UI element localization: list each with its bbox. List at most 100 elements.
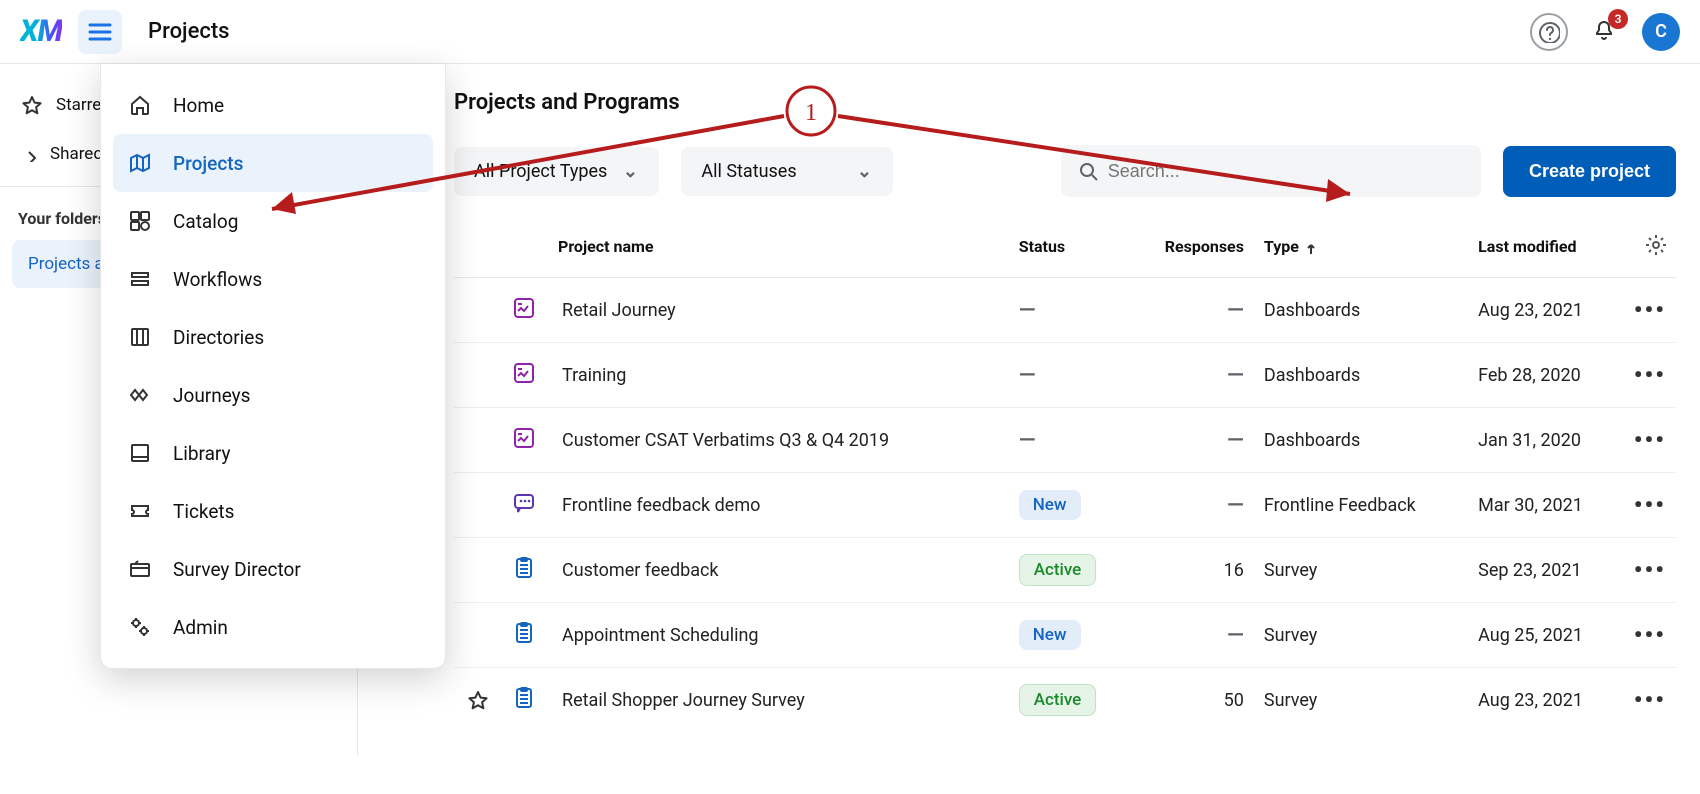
- menu-item-label: Directories: [173, 326, 264, 349]
- table-row[interactable]: Retail Journey——DashboardsAug 23, 2021••…: [454, 278, 1676, 343]
- sort-icon: [1303, 240, 1317, 254]
- menu-item-survey-director[interactable]: Survey Director: [113, 540, 433, 598]
- search-box[interactable]: [1061, 145, 1481, 197]
- survey-icon: [510, 684, 542, 716]
- project-name: Customer CSAT Verbatims Q3 & Q4 2019: [562, 430, 889, 451]
- menu-icon: [88, 20, 112, 44]
- cell-status: —: [1009, 343, 1131, 408]
- dropdown-label: All Project Types: [474, 161, 607, 182]
- cell-responses: —: [1130, 278, 1254, 343]
- menu-item-label: Library: [173, 442, 231, 465]
- menu-item-label: Projects: [173, 152, 243, 175]
- search-input[interactable]: [1098, 161, 1465, 182]
- tickets-icon: [127, 498, 153, 524]
- star-toggle[interactable]: [464, 297, 490, 323]
- col-status[interactable]: Status: [1009, 215, 1131, 278]
- home-icon: [127, 92, 153, 118]
- star-toggle[interactable]: [464, 492, 490, 518]
- row-actions-button[interactable]: •••: [1634, 296, 1666, 324]
- row-actions-button[interactable]: •••: [1634, 686, 1666, 714]
- table-row[interactable]: Customer CSAT Verbatims Q3 & Q4 2019——Da…: [454, 408, 1676, 473]
- row-actions-button[interactable]: •••: [1634, 556, 1666, 584]
- menu-item-label: Journeys: [173, 384, 250, 407]
- menu-item-label: Catalog: [173, 210, 238, 233]
- survey-director-icon: [127, 556, 153, 582]
- col-type[interactable]: Type: [1254, 215, 1468, 278]
- menu-item-tickets[interactable]: Tickets: [113, 482, 433, 540]
- notification-badge: 3: [1608, 9, 1628, 29]
- menu-item-home[interactable]: Home: [113, 76, 433, 134]
- section-heading: Projects and Programs: [454, 64, 1676, 139]
- cell-modified: Sep 23, 2021: [1468, 538, 1624, 603]
- dashboard-icon: [510, 294, 542, 326]
- cell-modified: Aug 23, 2021: [1468, 278, 1624, 343]
- star-icon: [466, 689, 488, 711]
- table-row[interactable]: Frontline feedback demoNew—Frontline Fee…: [454, 473, 1676, 538]
- star-toggle[interactable]: [464, 362, 490, 388]
- page-title: Projects: [148, 19, 229, 44]
- col-project-name[interactable]: Project name: [454, 215, 1009, 278]
- cell-type: Dashboards: [1254, 343, 1468, 408]
- menu-item-projects[interactable]: Projects: [113, 134, 433, 192]
- cell-status: New: [1009, 603, 1131, 668]
- col-responses[interactable]: Responses: [1130, 215, 1254, 278]
- col-last-modified[interactable]: Last modified: [1468, 215, 1624, 278]
- table-row[interactable]: Retail Shopper Journey SurveyActive50Sur…: [454, 668, 1676, 733]
- cell-modified: Jan 31, 2020: [1468, 408, 1624, 473]
- main-menu-button[interactable]: [78, 10, 122, 54]
- table-row[interactable]: Training——DashboardsFeb 28, 2020•••: [454, 343, 1676, 408]
- journeys-icon: [127, 382, 153, 408]
- main-menu-panel: Home Projects Catalog Workflows Director…: [100, 64, 446, 669]
- star-toggle[interactable]: [464, 557, 490, 583]
- notifications-button[interactable]: 3: [1586, 13, 1624, 51]
- cell-type: Survey: [1254, 603, 1468, 668]
- cell-status: Active: [1009, 538, 1131, 603]
- cell-status: —: [1009, 408, 1131, 473]
- admin-icon: [127, 614, 153, 640]
- chevron-down-icon: ⌄: [855, 161, 873, 182]
- help-button[interactable]: [1530, 13, 1568, 51]
- menu-item-directories[interactable]: Directories: [113, 308, 433, 366]
- cell-type: Dashboards: [1254, 408, 1468, 473]
- cell-modified: Feb 28, 2020: [1468, 343, 1624, 408]
- cell-modified: Mar 30, 2021: [1468, 473, 1624, 538]
- menu-item-catalog[interactable]: Catalog: [113, 192, 433, 250]
- user-avatar[interactable]: C: [1642, 13, 1680, 51]
- filter-statuses[interactable]: All Statuses ⌄: [681, 147, 893, 196]
- menu-item-label: Tickets: [173, 500, 234, 523]
- star-toggle[interactable]: [464, 687, 490, 713]
- feedback-icon: [510, 489, 542, 521]
- menu-item-label: Survey Director: [173, 558, 301, 581]
- library-icon: [127, 440, 153, 466]
- gear-icon[interactable]: [1644, 233, 1666, 255]
- star-toggle[interactable]: [464, 427, 490, 453]
- dropdown-label: All Statuses: [701, 161, 796, 182]
- cell-modified: Aug 23, 2021: [1468, 668, 1624, 733]
- filter-project-types[interactable]: All Project Types ⌄: [454, 147, 659, 196]
- survey-icon: [510, 619, 542, 651]
- row-actions-button[interactable]: •••: [1634, 361, 1666, 389]
- cell-type: Dashboards: [1254, 278, 1468, 343]
- projects-icon: [127, 150, 153, 176]
- menu-item-admin[interactable]: Admin: [113, 598, 433, 656]
- status-badge: New: [1019, 490, 1081, 520]
- project-name: Appointment Scheduling: [562, 625, 759, 646]
- directories-icon: [127, 324, 153, 350]
- row-actions-button[interactable]: •••: [1634, 491, 1666, 519]
- menu-item-library[interactable]: Library: [113, 424, 433, 482]
- menu-item-journeys[interactable]: Journeys: [113, 366, 433, 424]
- star-toggle[interactable]: [464, 622, 490, 648]
- help-icon: [1538, 21, 1560, 43]
- table-row[interactable]: Customer feedbackActive16SurveySep 23, 2…: [454, 538, 1676, 603]
- cell-responses: —: [1130, 408, 1254, 473]
- status-badge: Active: [1019, 554, 1097, 586]
- menu-item-workflows[interactable]: Workflows: [113, 250, 433, 308]
- cell-type: Survey: [1254, 668, 1468, 733]
- table-row[interactable]: Appointment SchedulingNew—SurveyAug 25, …: [454, 603, 1676, 668]
- cell-responses: 50: [1130, 668, 1254, 733]
- create-project-button[interactable]: Create project: [1503, 146, 1676, 197]
- project-name: Customer feedback: [562, 560, 719, 581]
- project-name: Retail Shopper Journey Survey: [562, 690, 805, 711]
- row-actions-button[interactable]: •••: [1634, 621, 1666, 649]
- row-actions-button[interactable]: •••: [1634, 426, 1666, 454]
